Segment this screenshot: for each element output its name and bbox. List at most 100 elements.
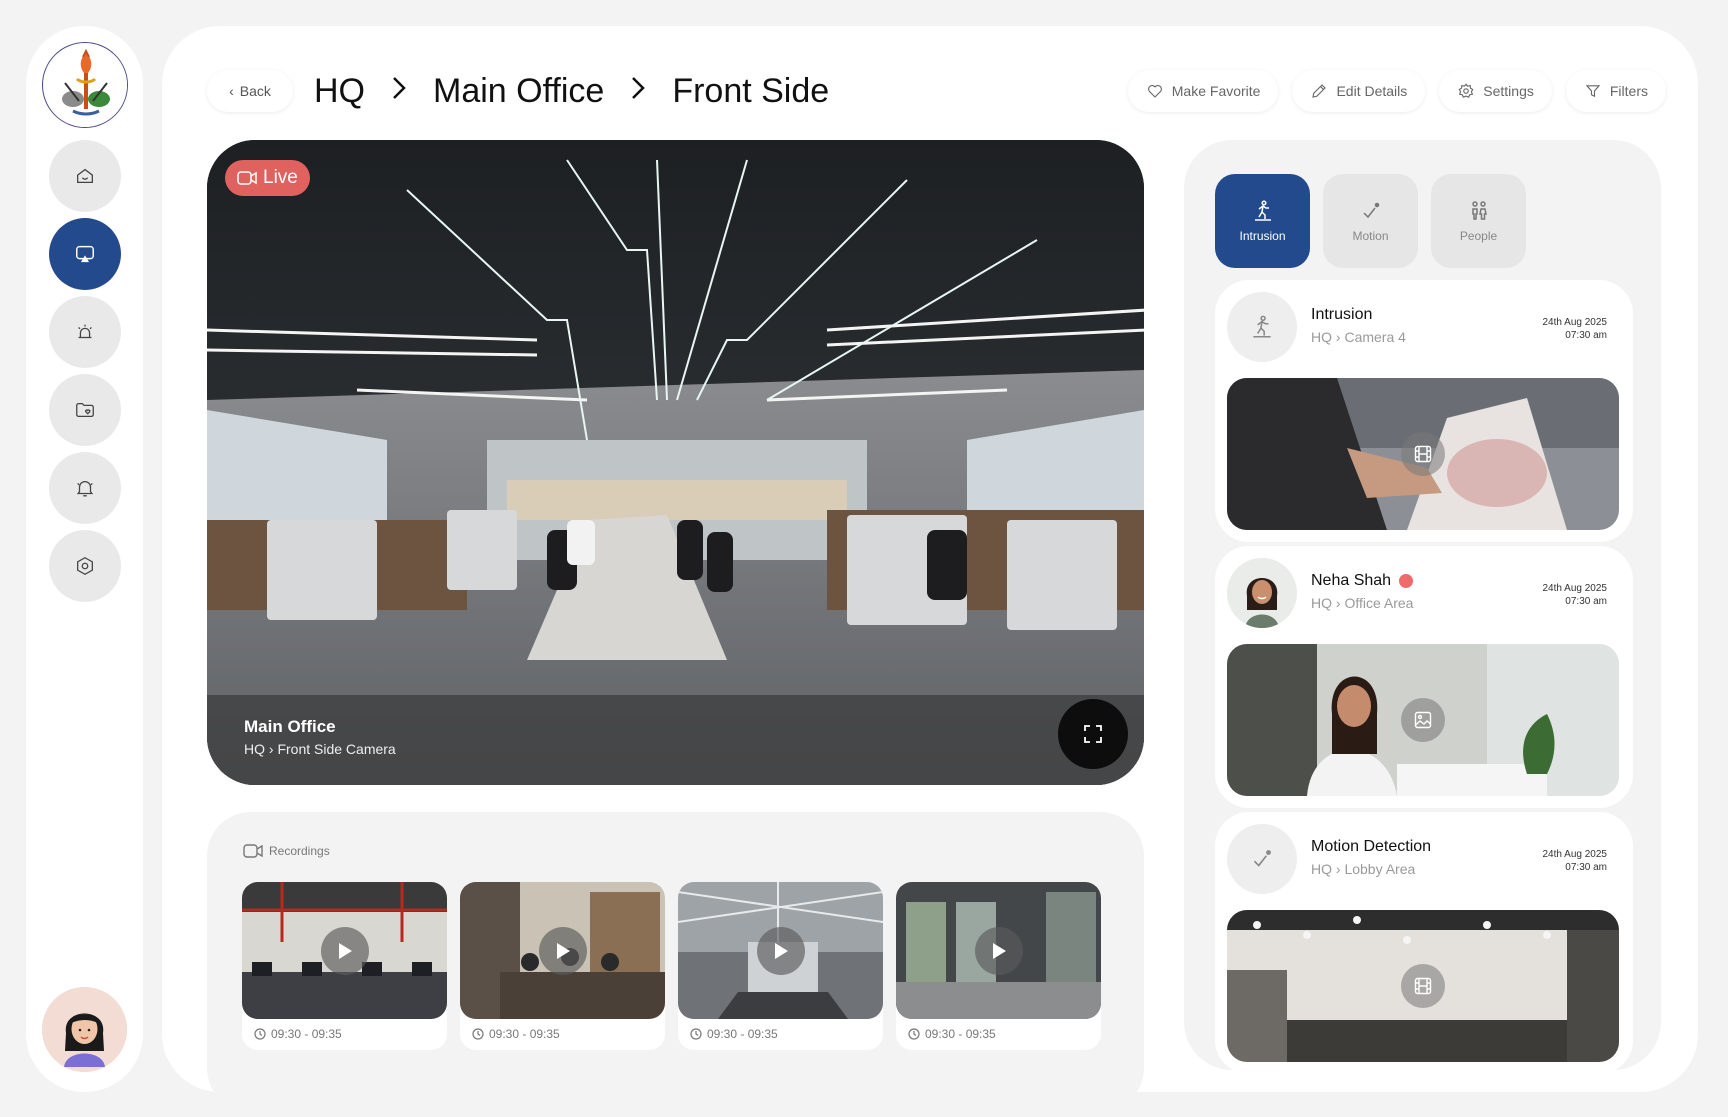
event-filter-tabs: Intrusion Motion People: [1215, 174, 1526, 268]
recording-item[interactable]: 09:30 - 09:35: [678, 882, 883, 1050]
clock-icon: [472, 1028, 484, 1040]
tab-motion[interactable]: Motion: [1323, 174, 1418, 268]
event-area: Camera 4: [1344, 329, 1406, 345]
breadcrumb-item-hq[interactable]: HQ: [314, 72, 365, 111]
video-camera-icon: [237, 171, 257, 185]
event-title: Motion Detection: [1311, 838, 1431, 856]
event-path: HQ › Lobby Area: [1311, 861, 1415, 877]
event-media[interactable]: [1227, 910, 1619, 1062]
recordings-panel: Recordings 09:30 - 09:35 09:30 - 09:35 0…: [207, 812, 1144, 1092]
play-button[interactable]: [756, 926, 805, 975]
pencil-icon: [1312, 84, 1327, 98]
event-path: HQ › Office Area: [1311, 595, 1413, 611]
recording-thumbnail: [678, 882, 883, 1019]
video-camera-icon: [243, 844, 263, 858]
recording-item[interactable]: 09:30 - 09:35: [460, 882, 665, 1050]
play-button[interactable]: [320, 926, 369, 975]
breadcrumb-item-main-office[interactable]: Main Office: [433, 72, 604, 111]
fullscreen-button[interactable]: [1058, 699, 1128, 769]
clock-icon: [254, 1028, 266, 1040]
tab-intrusion[interactable]: Intrusion: [1215, 174, 1310, 268]
tab-people[interactable]: People: [1431, 174, 1526, 268]
nav-settings[interactable]: [49, 530, 121, 602]
live-feed-caption: Main Office HQ › Front Side Camera: [207, 695, 1144, 785]
settings-hex-icon: [77, 557, 93, 575]
recording-time: 09:30 - 09:35: [242, 1019, 447, 1041]
tab-motion-label: Motion: [1352, 229, 1389, 243]
make-favorite-button[interactable]: Make Favorite: [1127, 70, 1279, 112]
event-location: HQ: [1311, 861, 1332, 877]
nav-home[interactable]: [49, 140, 121, 212]
event-title-text: Motion Detection: [1311, 838, 1432, 855]
event-card-motion[interactable]: Motion Detection HQ › Lobby Area 24th Au…: [1215, 812, 1633, 1070]
event-date: 24th Aug 2025: [1542, 583, 1607, 594]
recording-item[interactable]: 09:30 - 09:35: [896, 882, 1101, 1050]
event-title: Neha Shah: [1311, 572, 1414, 590]
recording-time: 09:30 - 09:35: [896, 1019, 1101, 1041]
chevron-right-icon: [391, 75, 407, 108]
event-type-icon: [1227, 824, 1297, 894]
organization-logo[interactable]: [42, 42, 128, 128]
clock-icon: [908, 1028, 920, 1040]
event-time: 07:30 am: [1565, 862, 1607, 873]
motion-icon: [1253, 850, 1271, 867]
make-favorite-label: Make Favorite: [1171, 83, 1261, 99]
event-media[interactable]: [1227, 644, 1619, 796]
edit-details-button[interactable]: Edit Details: [1292, 70, 1426, 112]
recording-item[interactable]: 09:30 - 09:35: [242, 882, 447, 1050]
person-avatar: [1227, 558, 1297, 628]
live-camera-feed[interactable]: Live Main Office HQ › Front Side Camera: [207, 140, 1144, 785]
nav-alarm[interactable]: [49, 296, 121, 368]
event-location: HQ: [1311, 329, 1332, 345]
alarm-icon: [78, 324, 92, 339]
bell-icon: [76, 481, 94, 497]
filters-button[interactable]: Filters: [1565, 70, 1666, 112]
header-actions: Make Favorite Edit Details Settings Filt…: [1127, 70, 1666, 112]
recording-time: 09:30 - 09:35: [678, 1019, 883, 1041]
feed-camera: Front Side Camera: [277, 741, 396, 757]
event-media[interactable]: [1227, 378, 1619, 530]
sidebar: [26, 26, 143, 1092]
emblem-icon: [44, 44, 127, 127]
settings-label: Settings: [1483, 83, 1534, 99]
recordings-header: Recordings: [243, 844, 330, 858]
event-time: 07:30 am: [1565, 330, 1607, 341]
event-title: Intrusion: [1311, 306, 1372, 324]
play-button[interactable]: [974, 926, 1023, 975]
tab-intrusion-label: Intrusion: [1239, 229, 1286, 243]
recording-thumbnail: [242, 882, 447, 1019]
event-timestamp: 24th Aug 2025 07:30 am: [1542, 316, 1607, 342]
main-panel: ‹ Back HQ Main Office Front Side Make Fa…: [162, 26, 1698, 1092]
view-image-button[interactable]: [1401, 698, 1445, 742]
play-button[interactable]: [538, 926, 587, 975]
nav-notifications[interactable]: [49, 452, 121, 524]
event-card-intrusion[interactable]: Intrusion HQ › Camera 4 24th Aug 2025 07…: [1215, 280, 1633, 542]
alert-dot: [1399, 574, 1414, 588]
breadcrumb-item-front-side: Front Side: [672, 71, 830, 110]
event-timestamp: 24th Aug 2025 07:30 am: [1542, 848, 1607, 874]
play-icon: [992, 942, 1006, 959]
recording-time-label: 09:30 - 09:35: [925, 1027, 996, 1041]
recordings-title: Recordings: [269, 844, 330, 858]
nav-camera-feed[interactable]: [49, 218, 121, 290]
edit-details-label: Edit Details: [1336, 83, 1408, 99]
event-date: 24th Aug 2025: [1542, 849, 1607, 860]
chevron-left-icon: ‹: [229, 83, 234, 99]
event-type-icon: [1227, 292, 1297, 362]
play-video-button[interactable]: [1401, 432, 1445, 476]
event-card-person[interactable]: Neha Shah HQ › Office Area 24th Aug 2025…: [1215, 546, 1633, 808]
feed-path: HQ › Front Side Camera: [244, 741, 396, 757]
settings-button[interactable]: Settings: [1439, 70, 1552, 112]
event-area: Office Area: [1344, 595, 1414, 611]
play-video-button[interactable]: [1401, 964, 1445, 1008]
nav-folder[interactable]: [49, 374, 121, 446]
event-area: Lobby Area: [1344, 861, 1416, 877]
camera-feed-icon: [76, 245, 94, 263]
back-button[interactable]: ‹ Back: [207, 70, 293, 112]
recording-thumbnail: [460, 882, 665, 1019]
live-badge: Live: [225, 160, 310, 196]
event-title-text: Neha Shah: [1311, 572, 1392, 589]
office-camera-image: [207, 140, 1144, 785]
user-avatar[interactable]: [42, 987, 127, 1072]
video-icon: [1414, 977, 1432, 995]
